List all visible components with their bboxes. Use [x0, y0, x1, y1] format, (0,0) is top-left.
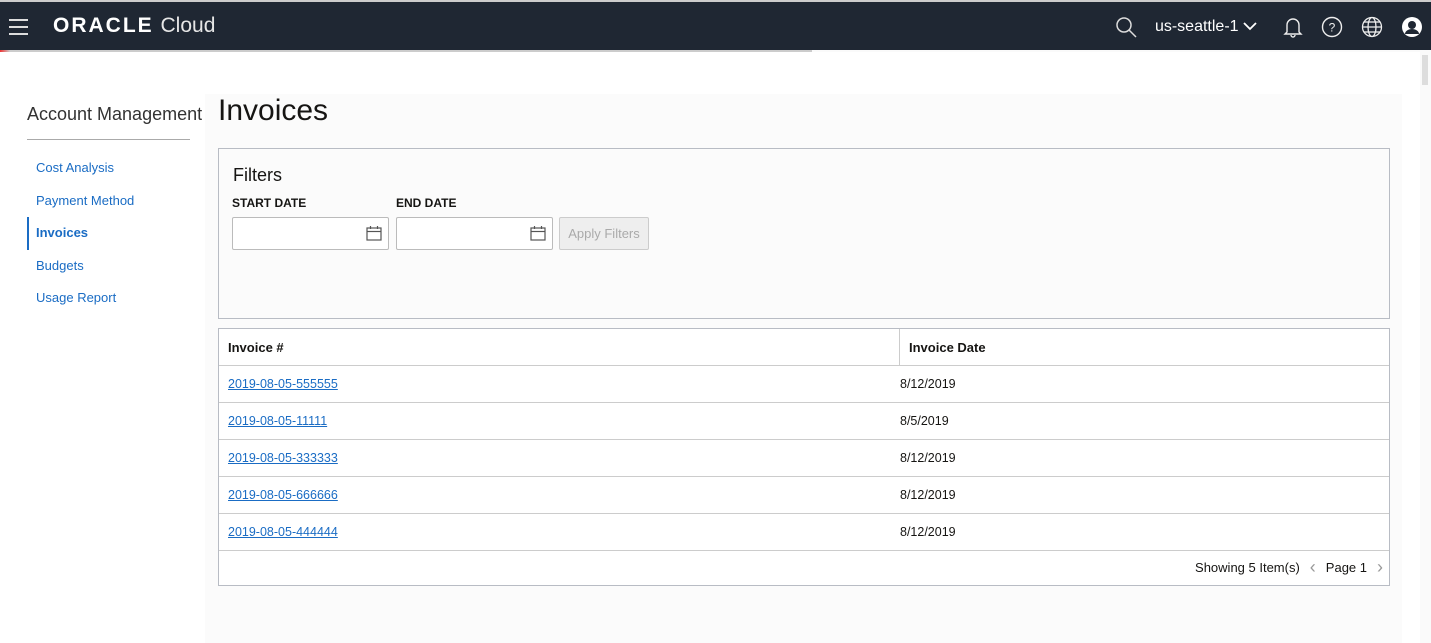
svg-text:?: ? [1329, 21, 1336, 35]
invoice-link[interactable]: 2019-08-05-11111 [228, 414, 327, 428]
invoice-link[interactable]: 2019-08-05-333333 [228, 451, 338, 465]
end-date-label: END DATE [396, 196, 457, 210]
bell-icon[interactable] [1283, 16, 1303, 38]
column-header-invoice-date[interactable]: Invoice Date [900, 340, 986, 355]
sidebar-item-payment-method[interactable]: Payment Method [27, 185, 190, 218]
invoices-table: Invoice # Invoice Date 2019-08-05-555555… [218, 328, 1390, 586]
prev-page-icon[interactable]: ‹ [1310, 557, 1316, 578]
invoice-cell: 2019-08-05-444444 [219, 514, 900, 550]
apply-filters-button[interactable]: Apply Filters [559, 217, 649, 250]
calendar-icon[interactable] [530, 226, 546, 246]
search-icon[interactable] [1115, 16, 1137, 38]
sidebar-item-invoices[interactable]: Invoices [27, 217, 190, 250]
next-page-icon[interactable]: › [1377, 557, 1383, 578]
item-count: Showing 5 Item(s) [1195, 560, 1300, 575]
sidebar-item-cost-analysis[interactable]: Cost Analysis [27, 152, 190, 185]
invoice-date-cell: 8/12/2019 [900, 525, 956, 539]
user-avatar-icon[interactable] [1401, 16, 1423, 38]
start-date-label: START DATE [232, 196, 307, 210]
scrollbar[interactable] [1422, 55, 1428, 85]
brand: ORACLE [53, 14, 154, 37]
page-title: Invoices [218, 94, 329, 127]
hamburger-menu-icon[interactable] [9, 19, 28, 40]
chevron-down-icon [1243, 22, 1257, 31]
product: Cloud [160, 14, 216, 37]
invoice-link[interactable]: 2019-08-05-555555 [228, 377, 338, 391]
calendar-icon[interactable] [366, 226, 382, 246]
top-navbar: ORACLE Cloud us-seattle-1 ? [0, 0, 1431, 50]
invoice-date-cell: 8/12/2019 [900, 488, 956, 502]
sidebar-item-budgets[interactable]: Budgets [27, 250, 190, 283]
help-icon[interactable]: ? [1321, 16, 1343, 38]
invoice-cell: 2019-08-05-555555 [219, 366, 900, 402]
table-footer: Showing 5 Item(s) ‹ Page 1 › [1195, 550, 1389, 585]
start-date-input[interactable] [232, 217, 389, 250]
oracle-cloud-logo[interactable]: ORACLE Cloud [53, 14, 215, 38]
invoice-link[interactable]: 2019-08-05-666666 [228, 488, 338, 502]
globe-icon[interactable] [1361, 16, 1383, 38]
invoice-date-cell: 8/12/2019 [900, 451, 956, 465]
column-header-invoice[interactable]: Invoice # [219, 329, 900, 365]
invoice-cell: 2019-08-05-11111 [219, 403, 900, 439]
sidebar-item-usage-report[interactable]: Usage Report [27, 282, 190, 315]
invoice-date-cell: 8/12/2019 [900, 377, 956, 391]
table-row: 2019-08-05-333333 8/12/2019 [219, 440, 1389, 477]
filters-title: Filters [233, 165, 282, 185]
end-date-input[interactable] [396, 217, 553, 250]
invoice-date-cell: 8/5/2019 [900, 414, 949, 428]
table-row: 2019-08-05-555555 8/12/2019 [219, 366, 1389, 403]
sidebar-title: Account Management [27, 104, 202, 140]
sidebar: Account Management Cost Analysis Payment… [27, 104, 202, 315]
region-label: us-seattle-1 [1154, 18, 1239, 35]
invoice-cell: 2019-08-05-666666 [219, 477, 900, 513]
table-row: 2019-08-05-666666 8/12/2019 [219, 477, 1389, 514]
filters-panel: Filters START DATE END DATE Apply Filter… [218, 148, 1390, 319]
table-header: Invoice # Invoice Date [219, 329, 1389, 366]
region-selector[interactable]: us-seattle-1 [1155, 18, 1257, 36]
invoice-cell: 2019-08-05-333333 [219, 440, 900, 476]
page-indicator: Page 1 [1325, 560, 1367, 575]
table-row: 2019-08-05-444444 8/12/2019 [219, 514, 1389, 551]
table-row: 2019-08-05-11111 8/5/2019 [219, 403, 1389, 440]
invoice-link[interactable]: 2019-08-05-444444 [228, 525, 338, 539]
